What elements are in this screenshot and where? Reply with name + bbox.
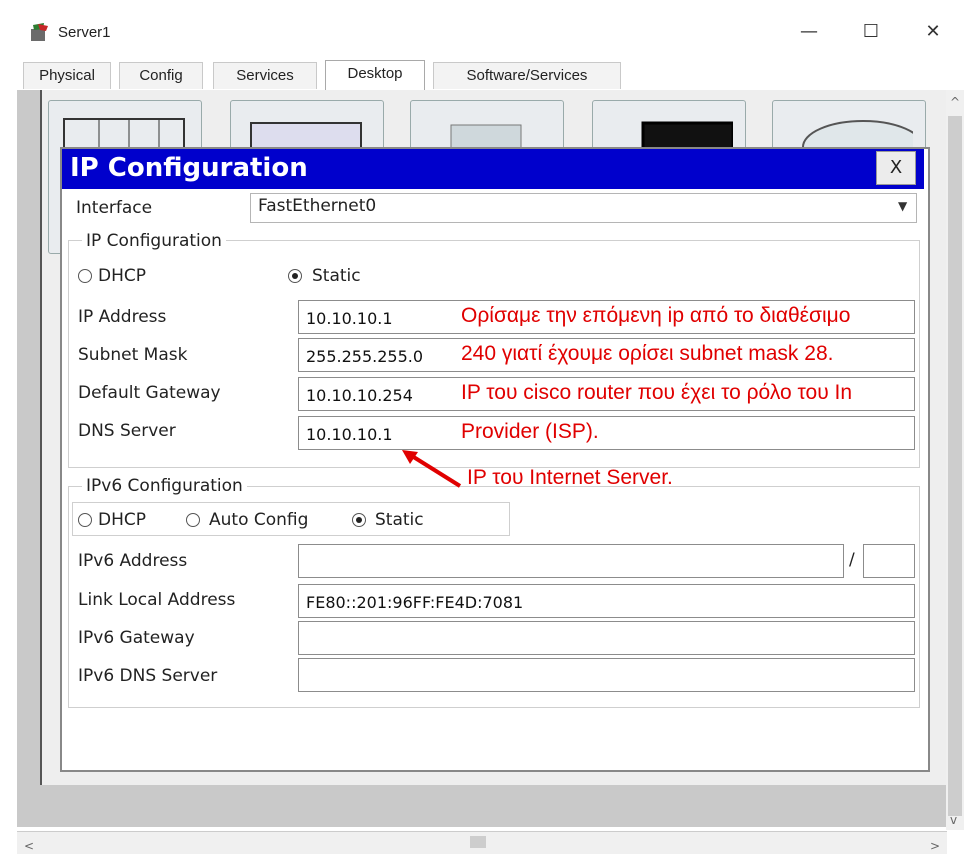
annotation-line-5: IP του Internet Server. (467, 466, 673, 489)
ipv6-static-radio[interactable] (352, 513, 366, 527)
link-local-address-value: FE80::201:96FF:FE4D:7081 (306, 593, 524, 612)
close-window-button[interactable]: ✕ (910, 14, 956, 50)
ipv6-address-field[interactable] (298, 544, 844, 578)
chevron-down-icon[interactable]: ▼ (898, 199, 907, 213)
ipv6-dns-server-label: IPv6 DNS Server (78, 666, 218, 686)
ipv4-legend: IP Configuration (82, 231, 226, 251)
annotation-line-2: 240 γιατί έχουμε ορίσει subnet mask 28. (461, 342, 834, 365)
tab-services[interactable]: Services (213, 62, 317, 89)
window-title: Server1 (58, 24, 111, 41)
server-app-icon (28, 22, 50, 44)
dialog-close-button[interactable]: X (876, 151, 916, 185)
link-local-address-label: Link Local Address (78, 590, 236, 610)
dialog-title: IP Configuration (70, 153, 308, 183)
subnet-mask-value: 255.255.255.0 (306, 347, 424, 366)
ipv6-gateway-field[interactable] (298, 621, 915, 655)
ipv6-legend: IPv6 Configuration (82, 476, 247, 496)
dhcp-radio[interactable] (78, 269, 92, 283)
tab-software-services[interactable]: Software/Services (433, 62, 621, 89)
ipv6-dns-server-field[interactable] (298, 658, 915, 692)
ipv6-address-label: IPv6 Address (78, 551, 188, 571)
scroll-left-icon[interactable]: < (24, 840, 34, 852)
default-gateway-value: 10.10.10.254 (306, 386, 413, 405)
vertical-scroll-thumb[interactable] (948, 116, 962, 816)
annotation-line-4: Provider (ISP). (461, 420, 599, 443)
scroll-right-icon[interactable]: > (930, 840, 940, 852)
annotation-arrow-icon (402, 450, 462, 488)
ipv6-prefix-field[interactable] (863, 544, 915, 578)
ipv6-auto-config-radio[interactable] (186, 513, 200, 527)
interface-label: Interface (76, 198, 153, 218)
ipv6-auto-config-label: Auto Config (209, 510, 309, 530)
static-label: Static (312, 266, 361, 286)
horizontal-scroll-thumb[interactable] (470, 836, 486, 848)
annotation-line-3: IP του cisco router που έχει το ρόλο του… (461, 381, 853, 404)
ipv6-static-label: Static (375, 510, 424, 530)
scroll-down-icon[interactable]: v (950, 814, 957, 826)
maximize-button[interactable]: ☐ (848, 14, 894, 50)
tab-config[interactable]: Config (119, 62, 203, 89)
ip-address-label: IP Address (78, 307, 167, 327)
static-radio[interactable] (288, 269, 302, 283)
scroll-up-icon[interactable]: ^ (950, 96, 960, 108)
default-gateway-label: Default Gateway (78, 383, 221, 403)
ipv6-gateway-label: IPv6 Gateway (78, 628, 195, 648)
subnet-mask-label: Subnet Mask (78, 345, 188, 365)
minimize-button[interactable]: — (786, 14, 832, 50)
dhcp-label: DHCP (98, 266, 146, 286)
tab-desktop[interactable]: Desktop (325, 60, 425, 91)
annotation-line-1: Ορίσαμε την επόμενη ip από το διαθέσιμο (461, 304, 851, 327)
interface-value: FastEthernet0 (258, 196, 377, 216)
ipv6-dhcp-radio[interactable] (78, 513, 92, 527)
prefix-separator: / (849, 550, 855, 570)
tab-physical[interactable]: Physical (23, 62, 111, 89)
dns-server-label: DNS Server (78, 421, 176, 441)
ipv6-dhcp-label: DHCP (98, 510, 146, 530)
ip-address-value: 10.10.10.1 (306, 309, 393, 328)
dns-server-value: 10.10.10.1 (306, 425, 393, 444)
